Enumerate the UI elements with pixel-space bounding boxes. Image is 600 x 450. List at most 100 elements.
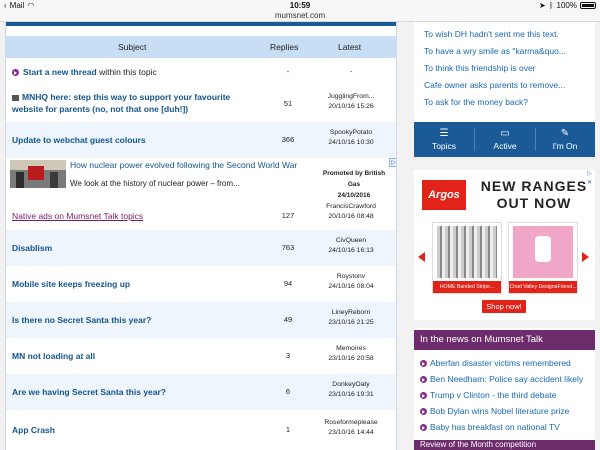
thread-title[interactable]: Mobile site keeps freezing up: [12, 278, 130, 290]
reply-count: 1: [285, 425, 291, 434]
news-item[interactable]: Aberfan disaster victims remembered: [420, 358, 571, 368]
adchoices-icon[interactable]: ▷: [389, 158, 396, 167]
latest-time: 24/10/16 16:13: [328, 247, 374, 254]
pin-icon: ✎: [560, 128, 570, 139]
table-row[interactable]: MNHQ here: step this way to support your…: [6, 86, 396, 122]
thread-title[interactable]: Native ads on Mumsnet Talk topics: [12, 210, 143, 222]
latest-time: 23/10/16 14:44: [328, 429, 374, 436]
latest-user[interactable]: LineyReborn: [332, 309, 371, 316]
news-link[interactable]: Bob Dylan wins Nobel literature prize: [430, 406, 569, 416]
carousel-prev-icon[interactable]: [418, 252, 425, 262]
news-item[interactable]: Bob Dylan wins Nobel literature prize: [420, 406, 569, 416]
arrow-right-icon: [12, 69, 19, 77]
tab-label: Topics: [431, 141, 457, 151]
news-heading: In the news on Mumsnet Talk: [414, 330, 595, 350]
sidebar-link[interactable]: To wish DH hadn't sent me this text.: [424, 29, 559, 39]
ad-headline[interactable]: How nuclear power evolved following the …: [70, 160, 297, 170]
news-item[interactable]: Trump v Clinton - the third debate: [420, 390, 556, 400]
status-time: 10:59: [289, 1, 311, 10]
doll-shape: [535, 236, 551, 262]
sidebar-link[interactable]: To ask for the money back?: [424, 97, 528, 107]
reply-count: 3: [285, 351, 291, 360]
latest-user[interactable]: Roystonv: [337, 273, 365, 280]
tab-active[interactable]: ▭ Active: [475, 122, 535, 157]
latest-post: -: [349, 68, 353, 75]
thumb-figure: [16, 172, 24, 188]
thread-title[interactable]: MNHQ here: step this way to support your…: [12, 91, 230, 115]
table-header: Subject Replies Latest: [6, 36, 396, 58]
news-item[interactable]: Ben Needham: Police say accident likely: [420, 374, 583, 384]
table-row[interactable]: Update to webchat guest colours 366 Spoo…: [6, 122, 396, 158]
thread-title[interactable]: Disablism: [12, 242, 52, 254]
latest-time: 20/10/16 15:26: [328, 103, 374, 110]
latest-user[interactable]: SpookyPotato: [330, 129, 372, 136]
table-row[interactable]: Mobile site keeps freezing up 94 Royston…: [6, 266, 396, 302]
ad-headline-line: OUT NOW: [496, 195, 572, 211]
thread-title[interactable]: Are we having Secret Santa this year?: [12, 386, 166, 398]
table-row[interactable]: Are we having Secret Santa this year? 6 …: [6, 374, 396, 410]
shop-now-button[interactable]: Shop now!: [482, 300, 526, 313]
latest-user[interactable]: JugglingFrom...: [328, 93, 375, 100]
thread-title[interactable]: App Crash: [12, 424, 55, 436]
table-row[interactable]: Native ads on Mumsnet Talk topics 127 Fr…: [6, 200, 396, 230]
argos-advert[interactable]: ▷ ✕ Argos NEW RANGES OUT NOW HOME Banded…: [414, 170, 595, 320]
list-icon: ☰: [439, 128, 449, 139]
news-item[interactable]: Baby has breakfast on national TV: [420, 422, 560, 432]
sidebar-link[interactable]: To have a wry smile as "karma&quo...: [424, 46, 566, 56]
ad-promoted-by: Promoted by British Gas 24/10/2016: [316, 168, 392, 201]
latest-post: SpookyPotato 24/10/16 10:30: [311, 128, 391, 148]
bluetooth-icon: ᛒ: [548, 1, 554, 10]
arrow-right-icon: [420, 376, 427, 384]
product-image: [437, 226, 497, 278]
tab-im-on[interactable]: ✎ I'm On: [535, 122, 595, 157]
product-card[interactable]: HOME Banded Stripe...: [432, 222, 502, 294]
thread-title[interactable]: MN not loading at all: [12, 350, 95, 362]
tab-topics[interactable]: ☰ Topics: [414, 122, 474, 157]
latest-post: DonkeyOaty 23/10/16 19:31: [311, 380, 391, 400]
product-caption: Chad Valley DesignaFriend...: [509, 281, 577, 293]
ad-headline: NEW RANGES OUT NOW: [478, 178, 590, 212]
product-card[interactable]: Chad Valley DesignaFriend...: [508, 222, 578, 294]
latest-user[interactable]: CivQueen: [336, 237, 366, 244]
thread-title-line: website for parents (no, not that one [d…: [12, 104, 189, 114]
reply-count: -: [286, 67, 290, 76]
thread-title[interactable]: Update to webchat guest colours: [12, 134, 146, 146]
table-row[interactable]: Is there no Secret Santa this year? 49 L…: [6, 302, 396, 338]
latest-post: CivQueen 24/10/16 16:13: [311, 236, 391, 256]
latest-post: Memoires 23/10/16 20:58: [311, 344, 391, 364]
sidebar-link[interactable]: Cafe owner asks parents to remove...: [424, 80, 565, 90]
header-replies: Replies: [270, 42, 299, 52]
start-thread-link[interactable]: Start a new thread: [23, 67, 97, 77]
speech-bubble-icon: ▭: [500, 128, 510, 139]
latest-user[interactable]: FrancisCrawford: [326, 203, 376, 210]
sidebar-link[interactable]: To think this friendship is over: [424, 63, 536, 73]
table-row[interactable]: Disablism 763 CivQueen 24/10/16 16:13: [6, 230, 396, 266]
latest-user[interactable]: Memoires: [336, 345, 366, 352]
reply-count: 6: [285, 387, 291, 396]
arrow-right-icon: [420, 392, 427, 400]
url-bar[interactable]: mumsnet.com: [0, 11, 600, 21]
news-link[interactable]: Ben Needham: Police say accident likely: [430, 374, 583, 384]
table-row[interactable]: App Crash 1 Roseformeplease 23/10/16 14:…: [6, 410, 396, 450]
table-row[interactable]: MN not loading at all 3 Memoires 23/10/1…: [6, 338, 396, 374]
latest-post: Roseformeplease 23/10/16 14:44: [311, 418, 391, 438]
latest-time: 23/10/16 19:31: [328, 391, 374, 398]
sidebar-tabs: ☰ Topics ▭ Active ✎ I'm On: [414, 122, 595, 157]
thread-title-line: MNHQ here: step this way to support your…: [22, 92, 231, 102]
reply-count: 366: [281, 135, 295, 144]
latest-user[interactable]: Roseformeplease: [324, 419, 377, 426]
sidebar: To wish DH hadn't sent me this text. To …: [414, 22, 595, 450]
ad-thumbnail[interactable]: [10, 160, 66, 188]
header-subject: Subject: [118, 42, 147, 52]
thread-title[interactable]: Is there no Secret Santa this year?: [12, 314, 151, 326]
carousel-next-icon[interactable]: [582, 252, 589, 262]
thread-list-panel: Subject Replies Latest Start a new threa…: [5, 22, 397, 450]
news-link[interactable]: Trump v Clinton - the third debate: [430, 390, 556, 400]
news-link[interactable]: Aberfan disaster victims remembered: [430, 358, 571, 368]
status-right: ➤ ᛒ 100%: [539, 1, 596, 10]
latest-user[interactable]: DonkeyOaty: [332, 381, 369, 388]
location-icon: ➤: [539, 1, 546, 10]
latest-time: 23/10/16 21:25: [328, 319, 374, 326]
mnhq-icon: [12, 94, 19, 101]
news-link[interactable]: Baby has breakfast on national TV: [430, 422, 560, 432]
